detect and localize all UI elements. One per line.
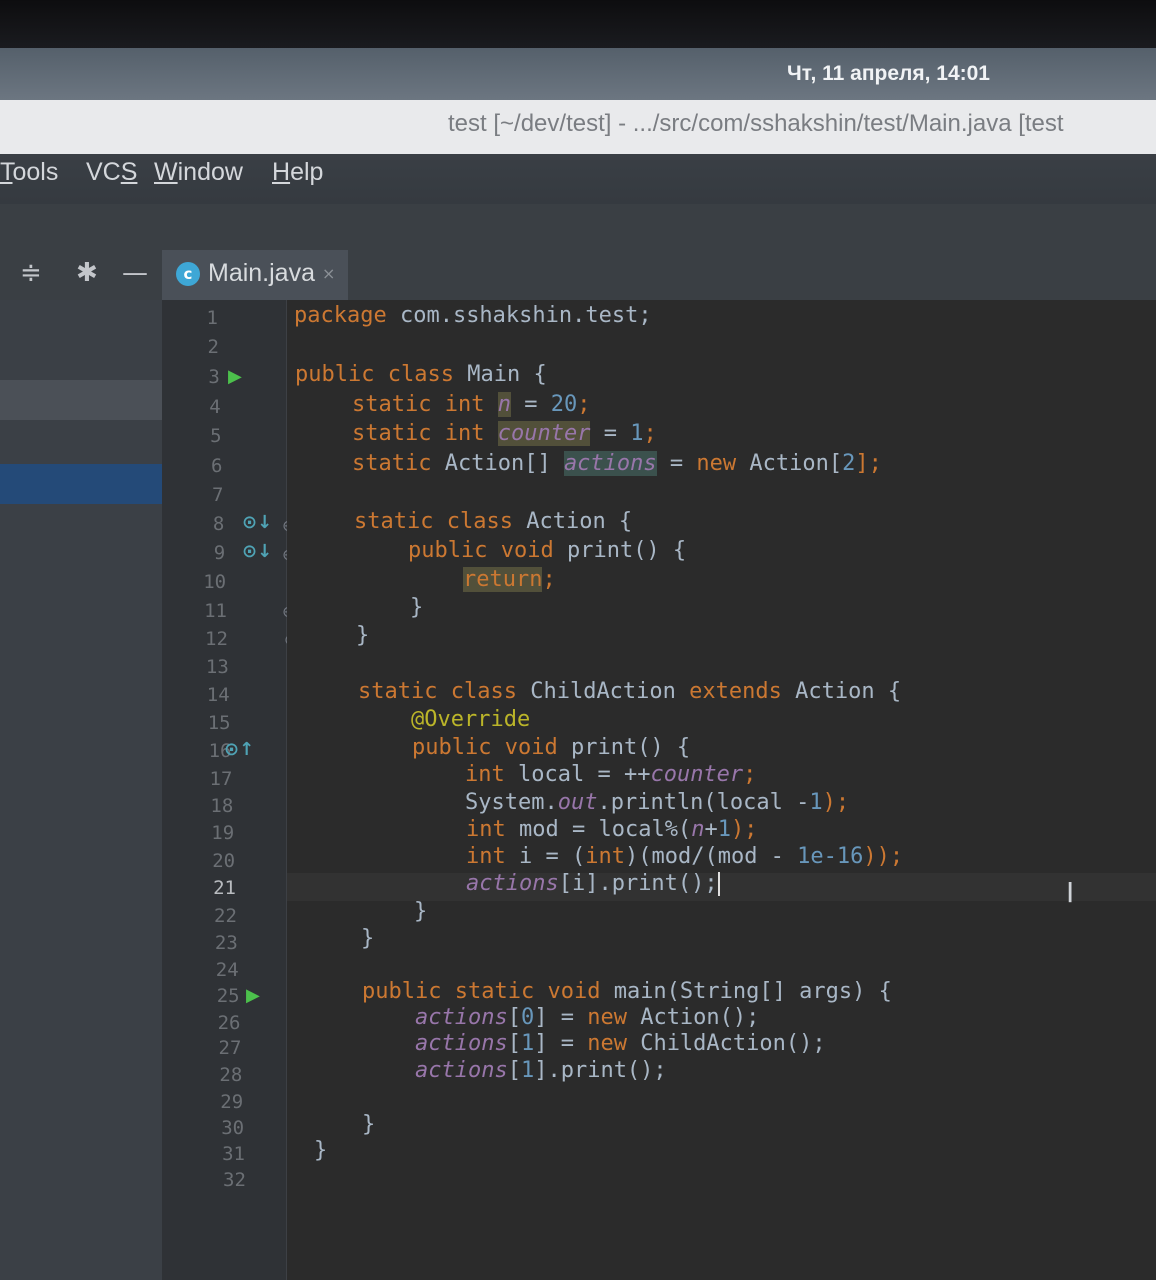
implemented-icon[interactable]: ⊙↓ (242, 541, 272, 562)
line-number: 9 (213, 542, 226, 564)
tab-label: Main.java (208, 259, 315, 287)
code-line-10[interactable]: return; (463, 567, 556, 592)
code-line-14[interactable]: static class ChildAction extends Action … (358, 679, 901, 704)
window-title: test [~/dev/test] - .../src/com/sshakshi… (448, 110, 1064, 137)
mouse-ibeam-cursor: I (1066, 876, 1075, 909)
project-panel[interactable] (0, 300, 162, 1280)
code-line-12[interactable]: } (356, 623, 369, 648)
line-number: 3 (208, 366, 220, 388)
implemented-icon[interactable]: ⊙↓ (242, 512, 272, 533)
overrides-icon[interactable]: ⊙↑ (224, 739, 254, 760)
code-line-18[interactable]: System.out.println(local -1); (465, 790, 849, 815)
menu-vcs[interactable]: VCS (86, 158, 137, 187)
line-number: 4 (209, 396, 221, 418)
line-number: 10 (203, 571, 227, 593)
code-line-9[interactable]: public void print() { (408, 538, 686, 563)
code-line-6[interactable]: static Action[] actions = new Action[2]; (352, 451, 882, 476)
project-tree-row[interactable] (0, 380, 162, 420)
line-number: 17 (209, 768, 233, 790)
run-icon[interactable]: ▶ (228, 366, 242, 387)
code-line-20[interactable]: int i = (int)(mod/(mod - 1e-16)); (466, 844, 903, 869)
line-number: 13 (205, 656, 229, 678)
menu-tools[interactable]: Tools (0, 158, 58, 187)
code-line-30[interactable]: } (362, 1112, 375, 1137)
code-line-5[interactable]: static int counter = 1; (352, 421, 657, 446)
code-line-11[interactable]: } (410, 595, 423, 620)
current-line-highlight (287, 873, 1156, 901)
line-number: 7 (211, 484, 224, 506)
code-line-21[interactable]: actions[i].print(); (466, 871, 720, 896)
code-line-4[interactable]: static int n = 20; (352, 392, 590, 417)
line-number: 1 (206, 307, 218, 329)
menu-window[interactable]: Window (154, 158, 243, 187)
line-number: 5 (210, 425, 222, 447)
java-class-icon: c (176, 262, 200, 286)
line-number: 2 (207, 336, 219, 358)
code-line-1[interactable]: package com.sshakshin.test; (294, 303, 652, 328)
code-line-26[interactable]: actions[0] = new Action(); (415, 1005, 759, 1030)
line-number: 32 (223, 1169, 246, 1191)
collapse-icon[interactable]: ≑ (20, 258, 42, 288)
minimize-icon[interactable]: — (122, 258, 148, 288)
line-number: 21 (213, 877, 236, 899)
menu-help[interactable]: Help (272, 158, 323, 187)
line-number: 23 (214, 932, 238, 954)
code-line-27[interactable]: actions[1] = new ChildAction(); (415, 1031, 826, 1056)
line-number: 19 (211, 822, 235, 844)
code-line-17[interactable]: int local = ++counter; (465, 762, 756, 787)
line-number: 6 (211, 455, 223, 477)
run-icon[interactable]: ▶ (246, 985, 260, 1006)
line-number: 15 (207, 712, 231, 734)
project-tree-row-selected[interactable] (0, 464, 166, 504)
line-number: 8 (212, 513, 225, 535)
code-line-25[interactable]: public static void main(String[] args) { (362, 979, 892, 1004)
line-number: 14 (206, 684, 230, 706)
line-number: 11 (204, 600, 227, 622)
line-number: 18 (210, 795, 234, 817)
line-number: 24 (215, 959, 239, 981)
line-number: 27 (218, 1037, 242, 1059)
code-line-19[interactable]: int mod = local%(n+1); (466, 817, 757, 842)
line-number: 31 (222, 1143, 245, 1165)
code-line-16[interactable]: public void print() { (412, 735, 690, 760)
line-number: 26 (217, 1012, 241, 1034)
gear-icon[interactable]: ✱ (76, 258, 98, 288)
code-line-15[interactable]: @Override (411, 707, 530, 732)
line-number: 20 (212, 850, 236, 872)
code-line-3[interactable]: public class Main { (295, 362, 547, 387)
text-caret (717, 872, 720, 896)
code-line-31[interactable]: } (314, 1138, 327, 1163)
line-number: 30 (221, 1117, 245, 1139)
system-clock[interactable]: Чт, 11 апреля, 14:01 (787, 62, 990, 86)
monitor-bezel (0, 0, 1156, 48)
close-icon[interactable]: × (322, 264, 335, 283)
code-line-23[interactable]: } (361, 926, 374, 951)
line-number: 22 (214, 905, 237, 927)
code-line-22[interactable]: } (414, 899, 427, 924)
code-line-28[interactable]: actions[1].print(); (415, 1058, 667, 1083)
line-number: 28 (219, 1064, 243, 1086)
line-number: 25 (216, 985, 240, 1007)
line-number: 29 (220, 1091, 244, 1113)
code-line-8[interactable]: static class Action { (354, 509, 632, 534)
line-number: 12 (205, 628, 228, 650)
